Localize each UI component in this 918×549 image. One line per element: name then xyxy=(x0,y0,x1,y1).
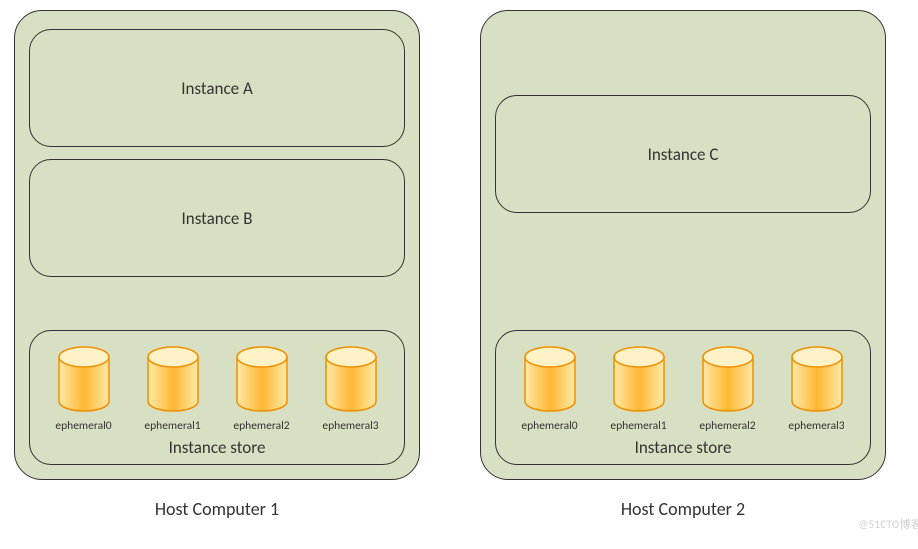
disk-icon xyxy=(320,343,382,415)
instance-label: Instance A xyxy=(181,78,253,99)
store-label: Instance store xyxy=(635,437,732,458)
disk-icon xyxy=(519,343,581,415)
spacer xyxy=(29,289,405,330)
disk-row: ephemeral0 ephemeral1 ephemeral2 ephemer… xyxy=(42,343,392,433)
disk-icon xyxy=(231,343,293,415)
disk-icon xyxy=(53,343,115,415)
disk: ephemeral0 xyxy=(508,343,591,433)
disk: ephemeral1 xyxy=(597,343,680,433)
disk-label: ephemeral3 xyxy=(322,419,378,433)
disk-label: ephemeral2 xyxy=(699,419,755,433)
instance-label: Instance B xyxy=(182,208,253,229)
disk-label: ephemeral2 xyxy=(233,419,289,433)
disk: ephemeral2 xyxy=(686,343,769,433)
disk: ephemeral0 xyxy=(42,343,125,433)
host-row: Instance A Instance B ephemeral0 ephemer… xyxy=(10,10,918,520)
host-label: Host Computer 2 xyxy=(621,498,745,520)
host-box: Instance A Instance B ephemeral0 ephemer… xyxy=(14,10,420,480)
disk-icon xyxy=(786,343,848,415)
instance-box: Instance C xyxy=(495,95,871,213)
disk-icon xyxy=(142,343,204,415)
disk: ephemeral3 xyxy=(309,343,392,433)
disk-label: ephemeral0 xyxy=(521,419,577,433)
host-box: Instance C ephemeral0 ephemeral1 ephemer xyxy=(480,10,886,480)
instance-store: ephemeral0 ephemeral1 ephemeral2 ephemer… xyxy=(29,330,405,465)
disk-label: ephemeral3 xyxy=(788,419,844,433)
disk-label: ephemeral0 xyxy=(55,419,111,433)
instance-box: Instance B xyxy=(29,159,405,277)
disk-icon xyxy=(697,343,759,415)
instance-box: Instance A xyxy=(29,29,405,147)
disk: ephemeral1 xyxy=(131,343,214,433)
disk-icon xyxy=(608,343,670,415)
disk-label: ephemeral1 xyxy=(144,419,200,433)
disk: ephemeral2 xyxy=(220,343,303,433)
spacer xyxy=(495,225,871,330)
diagram-canvas: Instance A Instance B ephemeral0 ephemer… xyxy=(10,10,918,549)
host-computer-2: Instance C ephemeral0 ephemeral1 ephemer xyxy=(480,10,886,520)
host-label: Host Computer 1 xyxy=(155,498,279,520)
instance-store: ephemeral0 ephemeral1 ephemeral2 ephemer… xyxy=(495,330,871,465)
disk: ephemeral3 xyxy=(775,343,858,433)
host-computer-1: Instance A Instance B ephemeral0 ephemer… xyxy=(14,10,420,520)
instance-label: Instance C xyxy=(648,144,719,165)
disk-label: ephemeral1 xyxy=(610,419,666,433)
store-label: Instance store xyxy=(169,437,266,458)
disk-row: ephemeral0 ephemeral1 ephemeral2 ephemer… xyxy=(508,343,858,433)
